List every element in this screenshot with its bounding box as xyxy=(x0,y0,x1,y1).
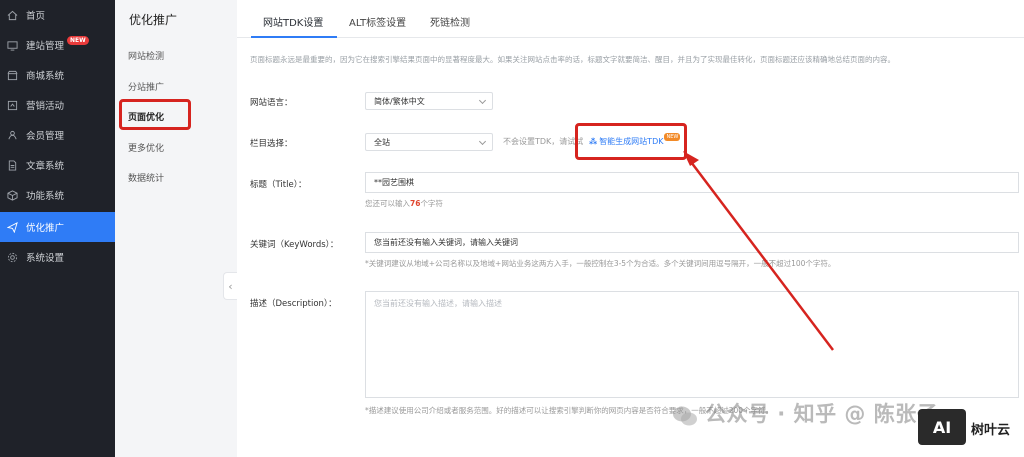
column-select[interactable]: 全站 xyxy=(365,133,493,151)
description-textarea[interactable]: 您当前还没有输入描述，请输入描述 xyxy=(365,291,1019,398)
active-tab-indicator xyxy=(251,36,337,38)
keywords-hint: *关键词建议从地域+公司名称以及地域+网站业务这两方入手，一般控制在3-5个为合… xyxy=(365,259,836,268)
title-label: 标题（Title）： xyxy=(250,180,307,190)
cube-icon xyxy=(6,189,18,201)
subnav-item-branch-promotion[interactable]: 分站推广 xyxy=(128,80,164,93)
store-icon xyxy=(6,69,18,81)
main-content: 网站TDK设置 ALT标签设置 死链检测 页面标题永远是最重要的，因为它在搜索引… xyxy=(237,0,1024,457)
chevron-left-icon: ‹ xyxy=(228,279,233,293)
watermark-text: 公众号 · 知乎 @ 陈张子 xyxy=(705,402,939,426)
description-placeholder: 您当前还没有输入描述，请输入描述 xyxy=(374,299,502,308)
new-badge: NEW xyxy=(67,35,89,45)
document-icon xyxy=(6,159,18,171)
sub-sidebar: 优化推广 网站检测 分站推广 页面优化 更多优化 数据统计 xyxy=(115,0,237,457)
highlight-box xyxy=(119,99,191,130)
language-value: 简体/繁体中文 xyxy=(374,96,425,106)
language-label: 网站语言： xyxy=(250,98,293,108)
nav-item-label: 文章系统 xyxy=(26,161,65,172)
member-icon xyxy=(6,129,18,141)
gear-icon xyxy=(6,251,18,263)
language-select[interactable]: 简体/繁体中文 xyxy=(365,92,493,110)
chevron-down-icon xyxy=(478,137,487,146)
collapse-button[interactable]: ‹ xyxy=(223,272,237,300)
subnav-title: 优化推广 xyxy=(129,13,178,27)
keywords-label: 关键词（KeyWords）： xyxy=(250,240,339,250)
subnav-item-site-check[interactable]: 网站检测 xyxy=(128,49,164,62)
main-sidebar: 首页 建站管理 NEW 商城系统 营销活动 会员管理 文章系统 功能系统 优化推… xyxy=(0,0,115,457)
home-icon xyxy=(6,9,18,21)
column-value: 全站 xyxy=(374,137,390,147)
subnav-item-more-optimization[interactable]: 更多优化 xyxy=(128,141,164,154)
wechat-icon xyxy=(673,406,697,426)
nav-item-site-management[interactable]: 建站管理 NEW xyxy=(0,30,115,60)
nav-item-label: 功能系统 xyxy=(26,191,65,202)
chevron-down-icon xyxy=(478,96,487,105)
nav-item-label: 会员管理 xyxy=(26,131,65,142)
campaign-icon xyxy=(6,99,18,111)
keywords-input[interactable]: 您当前还没有输入关键词，请输入关键词 xyxy=(365,232,1019,253)
nav-item-store[interactable]: 商城系统 xyxy=(0,60,115,90)
brand-name: 树叶云 xyxy=(971,423,1011,438)
title-input[interactable]: **园艺围棋 xyxy=(365,172,1019,193)
nav-item-label: 优化推广 xyxy=(26,223,65,234)
tdk-notice: 页面标题永远是最重要的，因为它在搜索引擎结果页面中的显著程度最大。如果关注网站点… xyxy=(250,55,895,64)
nav-item-feature[interactable]: 功能系统 xyxy=(0,180,115,210)
subnav-item-statistics[interactable]: 数据统计 xyxy=(128,171,164,184)
nav-item-optimization[interactable]: 优化推广 xyxy=(0,212,115,242)
keywords-value: 您当前还没有输入关键词，请输入关键词 xyxy=(374,238,518,247)
nav-item-label: 商城系统 xyxy=(26,71,65,82)
column-label: 栏目选择： xyxy=(250,139,293,149)
nav-item-label: 系统设置 xyxy=(26,253,65,264)
nav-item-label: 首页 xyxy=(26,11,46,22)
tdk-help-text: 不会设置TDK，请试试 xyxy=(503,137,584,146)
title-value: **园艺围棋 xyxy=(374,178,414,187)
brand-logo: AI xyxy=(918,409,966,445)
nav-item-member[interactable]: 会员管理 xyxy=(0,120,115,150)
nav-item-home[interactable]: 首页 xyxy=(0,0,115,30)
send-icon xyxy=(6,221,18,233)
tab-alt[interactable]: ALT标签设置 xyxy=(349,14,406,29)
nav-item-article[interactable]: 文章系统 xyxy=(0,150,115,180)
nav-item-label: 营销活动 xyxy=(26,101,65,112)
nav-item-label: 建站管理 xyxy=(26,41,65,52)
tab-bar: 网站TDK设置 ALT标签设置 死链检测 xyxy=(237,0,1024,38)
title-hint-count: 76 xyxy=(410,199,421,208)
title-hint-prefix: 您还可以输入 xyxy=(365,199,410,208)
tab-dead-link[interactable]: 死链检测 xyxy=(430,14,470,29)
nav-item-settings[interactable]: 系统设置 xyxy=(0,242,115,272)
tab-tdk[interactable]: 网站TDK设置 xyxy=(263,14,323,29)
nav-item-campaign[interactable]: 营销活动 xyxy=(0,90,115,120)
highlight-box xyxy=(575,123,687,160)
title-hint: 您还可以输入76个字符 xyxy=(365,198,443,209)
description-label: 描述（Description）： xyxy=(250,299,337,309)
title-hint-suffix: 个字符 xyxy=(420,199,443,208)
monitor-icon xyxy=(6,39,18,51)
